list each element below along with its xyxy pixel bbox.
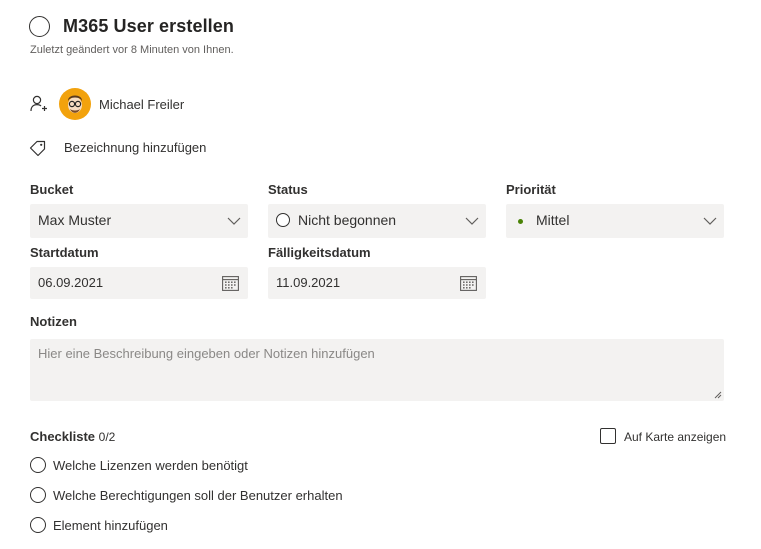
notes-placeholder: Hier eine Beschreibung eingeben oder Not… — [38, 346, 375, 361]
add-checklist-item-circle[interactable] — [30, 517, 46, 533]
calendar-icon[interactable] — [222, 275, 239, 291]
priority-dot-icon — [518, 219, 523, 224]
due-date-value: 11.09.2021 — [276, 275, 341, 290]
status-value: Nicht begonnen — [298, 212, 397, 228]
notes-label: Notizen — [30, 314, 77, 329]
checklist-label: Checkliste — [30, 429, 96, 444]
add-checklist-item-input[interactable]: Element hinzufügen — [53, 518, 168, 533]
bucket-dropdown[interactable]: Max Muster — [30, 204, 248, 238]
chevron-down-icon — [703, 217, 717, 225]
bucket-value: Max Muster — [38, 212, 112, 228]
calendar-icon[interactable] — [460, 275, 477, 291]
priority-label: Priorität — [506, 182, 556, 197]
checklist-item-text[interactable]: Welche Berechtigungen soll der Benutzer … — [53, 488, 343, 503]
show-on-card-checkbox[interactable] — [600, 428, 616, 444]
assignee-name[interactable]: Michael Freiler — [99, 97, 184, 112]
checklist-header: Checkliste 0/2 — [30, 429, 115, 444]
status-dropdown[interactable]: Nicht begonnen — [268, 204, 486, 238]
assign-user-icon[interactable] — [29, 95, 49, 113]
task-title[interactable]: M365 User erstellen — [63, 16, 234, 37]
status-label: Status — [268, 182, 308, 197]
chevron-down-icon — [227, 217, 241, 225]
due-date-picker[interactable]: 11.09.2021 — [268, 267, 486, 299]
tag-icon[interactable] — [29, 139, 47, 157]
status-circle-icon — [276, 213, 290, 227]
last-modified-text: Zuletzt geändert vor 8 Minuten von Ihnen… — [30, 44, 234, 56]
checklist-count: 0/2 — [98, 430, 116, 444]
priority-dropdown[interactable]: Mittel — [506, 204, 724, 238]
checklist-item-checkbox[interactable] — [30, 457, 46, 473]
due-date-label: Fälligkeitsdatum — [268, 245, 371, 260]
notes-textarea[interactable]: Hier eine Beschreibung eingeben oder Not… — [30, 339, 724, 401]
bucket-label: Bucket — [30, 182, 74, 197]
resize-handle-icon[interactable] — [714, 391, 722, 399]
start-date-picker[interactable]: 06.09.2021 — [30, 267, 248, 299]
task-complete-checkbox[interactable] — [29, 16, 50, 37]
add-label-link[interactable]: Bezeichnung hinzufügen — [64, 140, 206, 155]
show-on-card-label[interactable]: Auf Karte anzeigen — [624, 430, 726, 444]
avatar[interactable] — [59, 88, 91, 120]
checklist-item-text[interactable]: Welche Lizenzen werden benötigt — [53, 458, 248, 473]
chevron-down-icon — [465, 217, 479, 225]
checklist-item-checkbox[interactable] — [30, 487, 46, 503]
start-date-label: Startdatum — [30, 245, 99, 260]
priority-value: Mittel — [536, 212, 570, 228]
start-date-value: 06.09.2021 — [38, 275, 104, 290]
